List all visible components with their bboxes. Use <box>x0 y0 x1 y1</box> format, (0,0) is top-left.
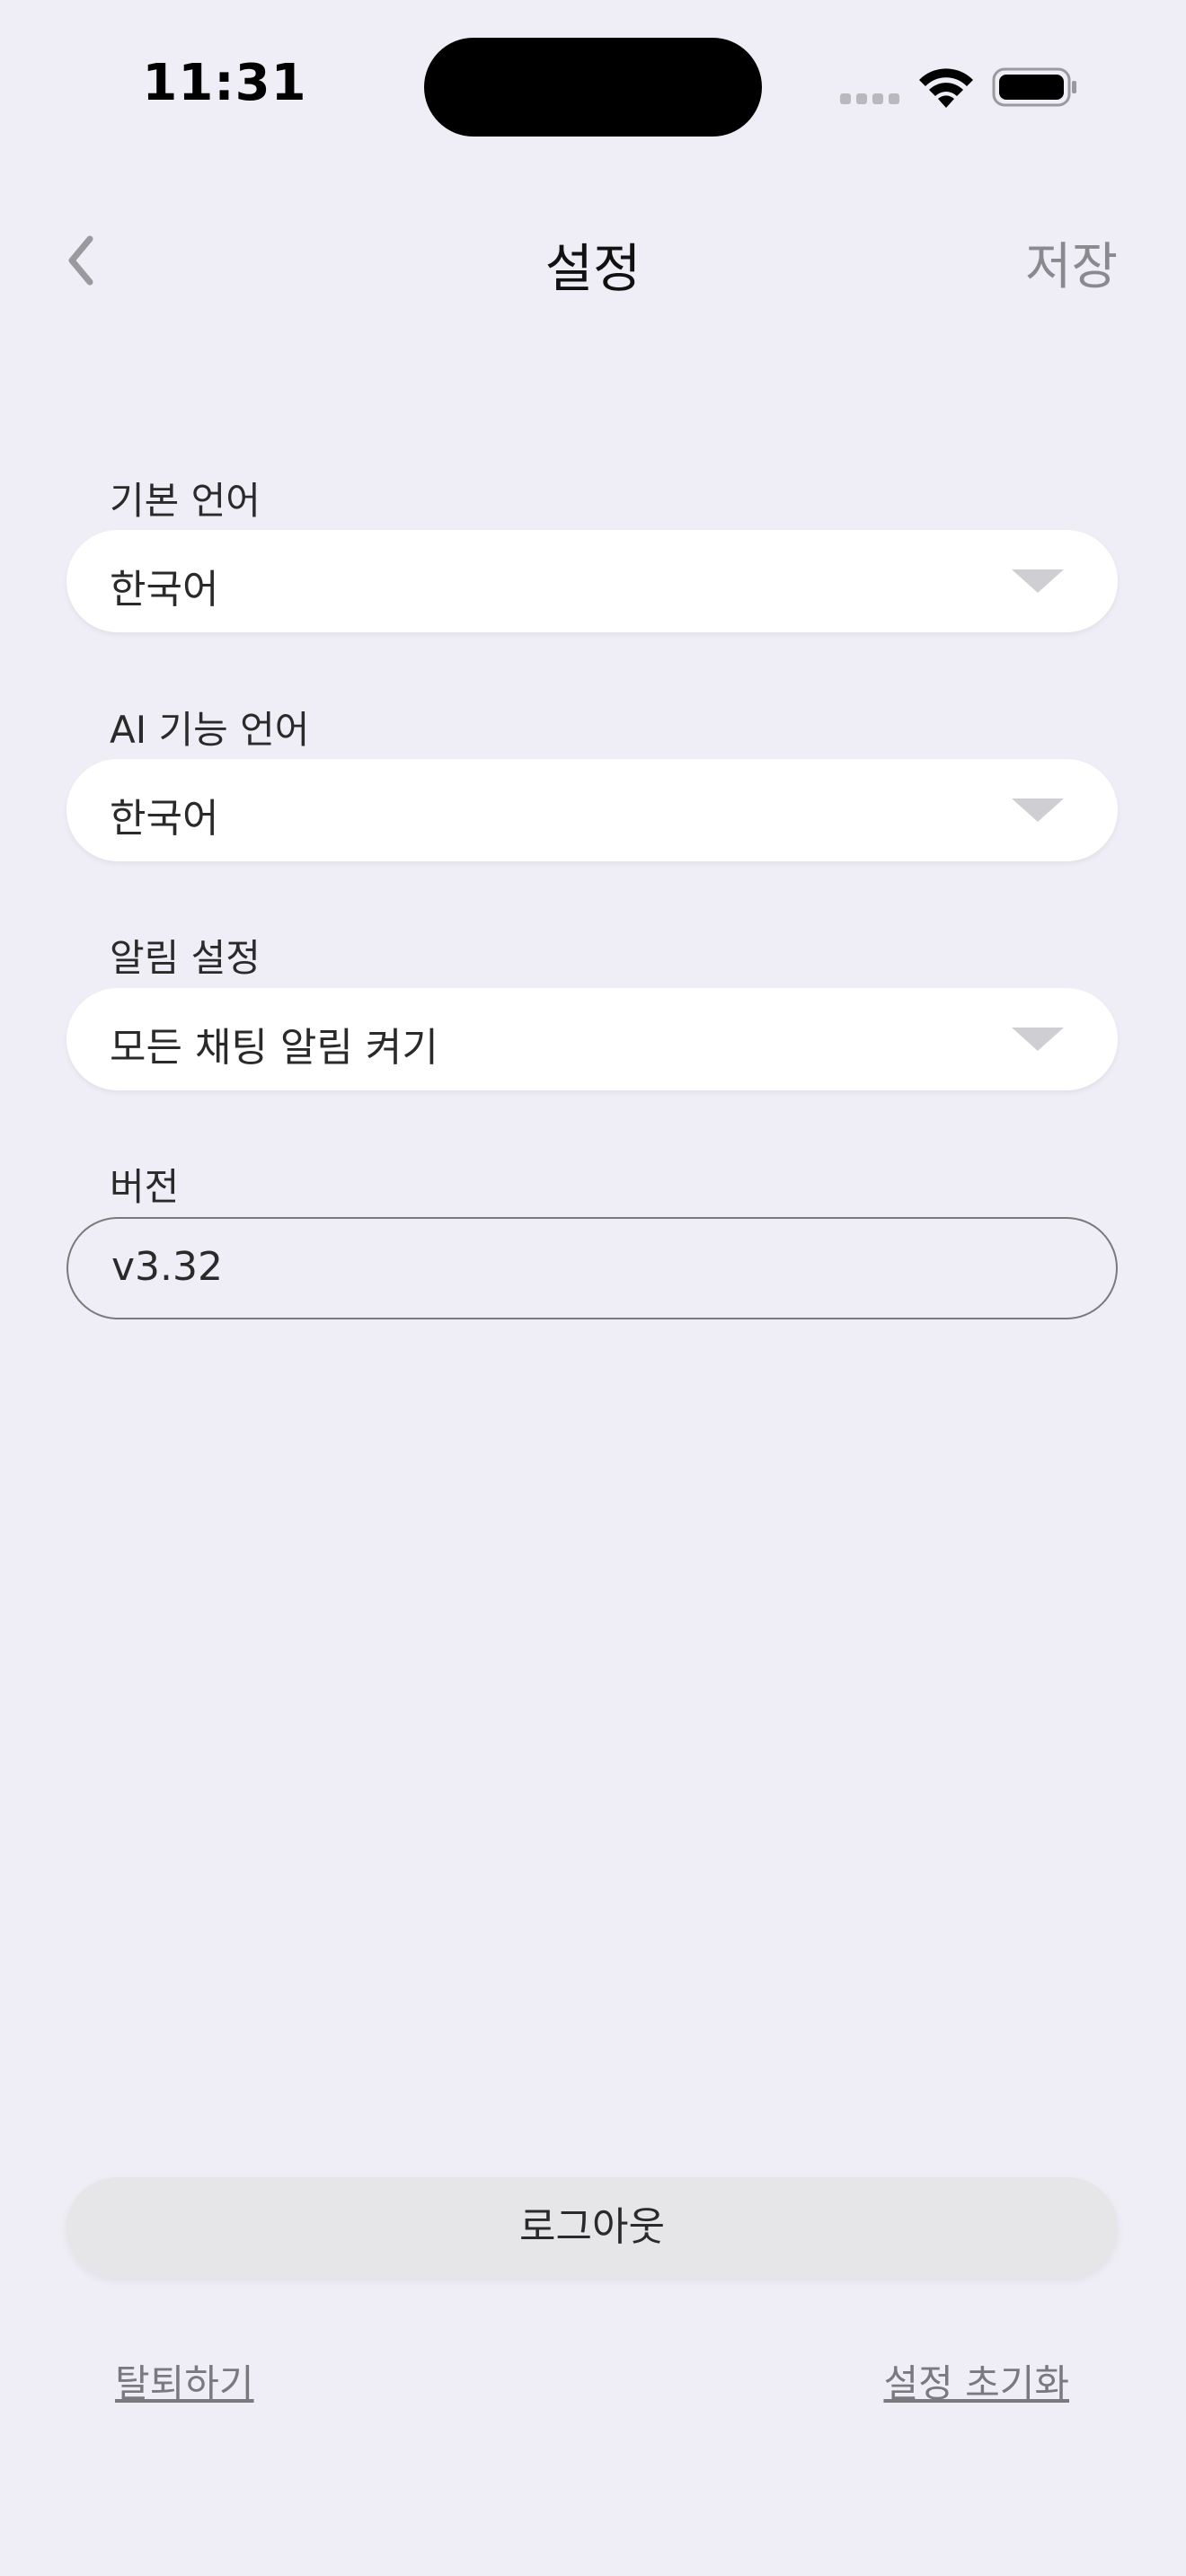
ai-language-select[interactable]: 한국어 <box>66 759 1118 861</box>
save-button[interactable]: 저장 <box>1025 226 1118 299</box>
logout-button[interactable]: 로그아웃 <box>66 2177 1118 2278</box>
version-label: 버전 <box>110 1165 180 1209</box>
notification-settings-value: 모든 채팅 알림 켜기 <box>110 1025 438 1071</box>
wifi-icon <box>919 68 973 108</box>
default-language-label: 기본 언어 <box>110 479 261 523</box>
reset-settings-link[interactable]: 설정 초기화 <box>883 2353 1069 2408</box>
dynamic-island <box>424 38 762 137</box>
version-field: v3.32 <box>66 1217 1118 1319</box>
navigation-bar: 설정 저장 <box>0 207 1186 314</box>
status-bar: 11:31 <box>0 0 1186 171</box>
ai-language-label: AI 기능 언어 <box>110 708 310 752</box>
page-title: 설정 <box>544 238 642 299</box>
notification-settings-select[interactable]: 모든 채팅 알림 켜기 <box>66 988 1118 1090</box>
dropdown-caret-icon <box>1012 569 1064 593</box>
cellular-signal-icon <box>840 93 899 104</box>
default-language-value: 한국어 <box>110 567 219 613</box>
battery-icon <box>992 67 1076 107</box>
dropdown-caret-icon <box>1012 1028 1064 1051</box>
default-language-select[interactable]: 한국어 <box>66 530 1118 632</box>
version-value: v3.32 <box>111 1244 224 1290</box>
chevron-left-icon <box>68 235 93 286</box>
dropdown-caret-icon <box>1012 798 1064 822</box>
ai-language-value: 한국어 <box>110 796 219 842</box>
status-time: 11:31 <box>142 54 307 112</box>
withdraw-link[interactable]: 탈퇴하기 <box>115 2353 254 2408</box>
back-button[interactable] <box>54 225 108 296</box>
notification-settings-label: 알림 설정 <box>110 936 261 980</box>
